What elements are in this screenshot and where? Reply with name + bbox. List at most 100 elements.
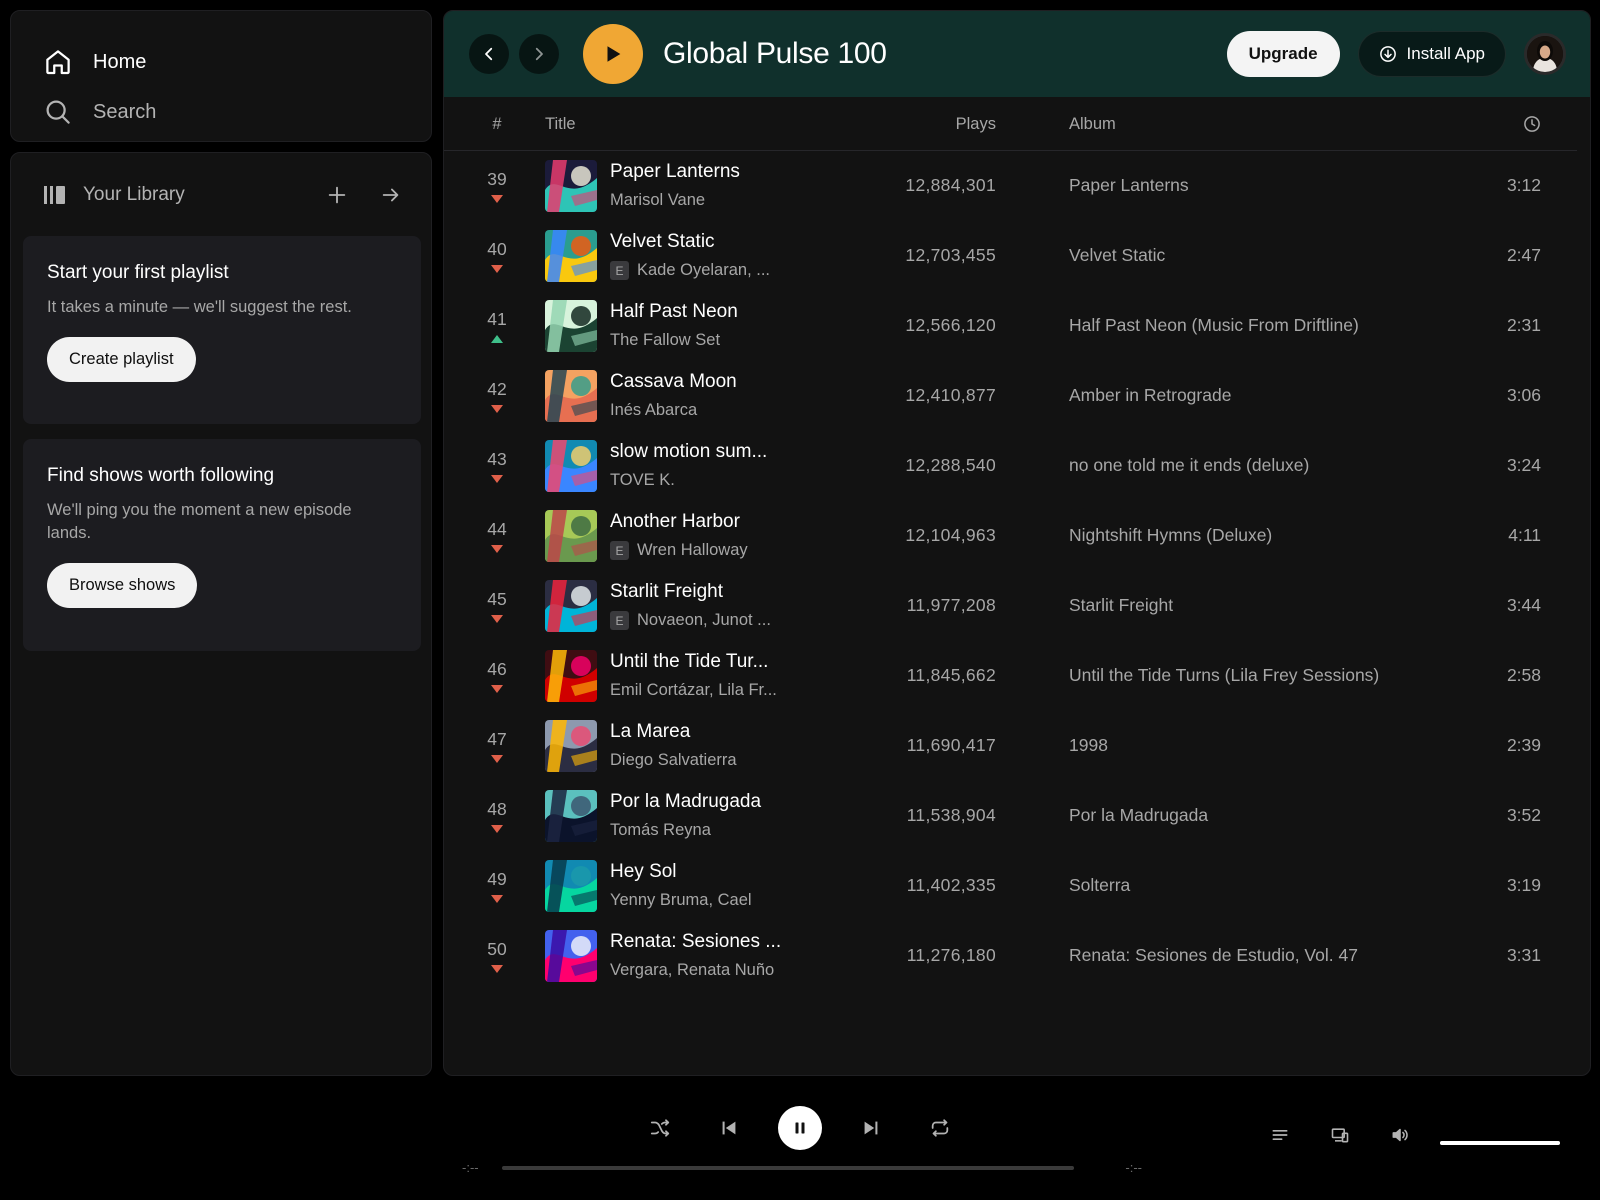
queue-button[interactable] xyxy=(1268,1123,1292,1147)
track-artist-line: E Wren Halloway xyxy=(610,541,748,560)
avatar[interactable] xyxy=(1524,33,1566,75)
track-artist[interactable]: Tomás Reyna xyxy=(610,821,711,840)
track-artist-line: Yenny Bruma, Cael xyxy=(610,891,752,910)
column-plays[interactable]: Plays xyxy=(824,115,996,134)
track-artist-line: E Kade Oyelaran, ... xyxy=(610,261,770,280)
track-title[interactable]: Paper Lanterns xyxy=(610,161,740,183)
track-row[interactable]: 50 Renata: Sesiones ... Vergara, Renata Nu… xyxy=(444,921,1577,991)
pause-button[interactable] xyxy=(778,1106,822,1150)
track-artist[interactable]: Yenny Bruma, Cael xyxy=(610,891,752,910)
table-header: # Title Plays Album xyxy=(444,97,1577,151)
track-rank: 40 xyxy=(487,239,507,259)
trend-down-icon xyxy=(491,265,503,273)
track-title[interactable]: Until the Tide Tur... xyxy=(610,651,768,673)
pause-icon xyxy=(795,1122,805,1134)
track-rank: 45 xyxy=(487,589,507,609)
library-toggle[interactable]: Your Library xyxy=(43,184,319,206)
track-row[interactable]: 41 Half Past Neon The Fallow Set 12,566,120… xyxy=(444,291,1577,361)
track-artist[interactable]: TOVE K. xyxy=(610,471,675,490)
shuffle-button[interactable] xyxy=(640,1108,680,1148)
track-row[interactable]: 47 La Marea Diego Salvatierra 11,690,417 199… xyxy=(444,711,1577,781)
cover-art-image xyxy=(545,790,597,842)
track-row[interactable]: 49 Hey Sol Yenny Bruma, Cael 11,402,335 Solt… xyxy=(444,851,1577,921)
track-artist[interactable]: Wren Halloway xyxy=(637,541,748,560)
track-title[interactable]: Half Past Neon xyxy=(610,301,738,323)
track-artist[interactable]: Vergara, Renata Nuño xyxy=(610,961,774,980)
column-title[interactable]: Title xyxy=(545,115,576,134)
track-title[interactable]: Cassava Moon xyxy=(610,371,737,393)
browse-shows-button[interactable]: Browse shows xyxy=(47,563,198,608)
track-row[interactable]: 44 Another Harbor E Wren Halloway 12,104,963… xyxy=(444,501,1577,571)
nav-search[interactable]: Search xyxy=(43,92,156,132)
create-playlist-button[interactable]: Create playlist xyxy=(47,337,196,382)
upgrade-button[interactable]: Upgrade xyxy=(1226,31,1340,77)
track-title[interactable]: Another Harbor xyxy=(610,511,740,533)
track-rank: 46 xyxy=(487,659,507,679)
track-album[interactable]: Nightshift Hymns (Deluxe) xyxy=(1069,525,1272,546)
track-artist[interactable]: The Fallow Set xyxy=(610,331,720,350)
track-album[interactable]: 1998 xyxy=(1069,735,1108,756)
track-duration: 3:31 xyxy=(1506,945,1541,965)
track-artist[interactable]: Marisol Vane xyxy=(610,191,705,210)
track-artist[interactable]: Emil Cortázar, Lila Fr... xyxy=(610,681,777,700)
track-row[interactable]: 42 Cassava Moon Inés Abarca 12,410,877 Amber… xyxy=(444,361,1577,431)
track-row[interactable]: 48 Por la Madrugada Tomás Reyna 11,538,904 P… xyxy=(444,781,1577,851)
install-app-button[interactable]: Install App xyxy=(1357,31,1506,77)
track-list: 39 Paper Lanterns Marisol Vane 12,884,301 Pa… xyxy=(444,151,1577,991)
track-plays: 11,977,208 xyxy=(906,595,996,615)
column-duration[interactable] xyxy=(1523,115,1541,138)
track-row[interactable]: 40 Velvet Static E Kade Oyelaran, ... 12,703… xyxy=(444,221,1577,291)
track-title[interactable]: Renata: Sesiones ... xyxy=(610,931,781,953)
track-row[interactable]: 39 Paper Lanterns Marisol Vane 12,884,301 Pa… xyxy=(444,151,1577,221)
track-album[interactable]: Solterra xyxy=(1069,875,1130,896)
track-artist[interactable]: Inés Abarca xyxy=(610,401,697,420)
track-title[interactable]: La Marea xyxy=(610,721,690,743)
forward-button[interactable] xyxy=(519,34,559,74)
previous-button[interactable] xyxy=(709,1108,749,1148)
track-title[interactable]: Velvet Static xyxy=(610,231,715,253)
track-album[interactable]: Until the Tide Turns (Lila Frey Sessions… xyxy=(1069,665,1379,686)
back-button[interactable] xyxy=(469,34,509,74)
volume-slider[interactable] xyxy=(1440,1141,1560,1145)
cover-art-image xyxy=(545,720,597,772)
expand-library-button[interactable] xyxy=(373,177,409,213)
download-circle-icon xyxy=(1379,46,1396,62)
track-title[interactable]: slow motion sum... xyxy=(610,441,767,463)
repeat-button[interactable] xyxy=(920,1108,960,1148)
track-title[interactable]: Por la Madrugada xyxy=(610,791,761,813)
track-artist-line: TOVE K. xyxy=(610,471,675,490)
track-rank: 47 xyxy=(487,729,507,749)
track-album[interactable]: Por la Madrugada xyxy=(1069,805,1208,826)
devices-button[interactable] xyxy=(1328,1123,1352,1147)
track-album[interactable]: Paper Lanterns xyxy=(1069,175,1189,196)
track-album[interactable]: no one told me it ends (deluxe) xyxy=(1069,455,1309,476)
track-artist-line: Marisol Vane xyxy=(610,191,705,210)
volume-button[interactable] xyxy=(1388,1123,1412,1147)
progress-bar[interactable] xyxy=(502,1166,1074,1170)
create-button[interactable] xyxy=(319,177,355,213)
track-album[interactable]: Starlit Freight xyxy=(1069,595,1173,616)
track-plays: 11,845,662 xyxy=(906,665,996,685)
track-artist[interactable]: Novaeon, Junot ... xyxy=(637,611,771,630)
track-duration: 2:58 xyxy=(1506,665,1541,685)
track-artist[interactable]: Kade Oyelaran, ... xyxy=(637,261,770,280)
album-cover xyxy=(545,860,597,912)
play-playlist-button[interactable] xyxy=(583,24,643,84)
track-row[interactable]: 46 Until the Tide Tur... Emil Cortázar, Li… xyxy=(444,641,1577,711)
track-title[interactable]: Hey Sol xyxy=(610,861,677,883)
track-title[interactable]: Starlit Freight xyxy=(610,581,723,603)
track-artist[interactable]: Diego Salvatierra xyxy=(610,751,737,770)
track-row[interactable]: 43 slow motion sum... TOVE K. 12,288,540 no … xyxy=(444,431,1577,501)
track-album[interactable]: Velvet Static xyxy=(1069,245,1165,266)
explicit-badge: E xyxy=(610,541,629,560)
cover-art-image xyxy=(545,300,597,352)
track-album[interactable]: Half Past Neon (Music From Driftline) xyxy=(1069,315,1359,336)
track-plays: 11,402,335 xyxy=(906,875,996,895)
track-album[interactable]: Renata: Sesiones de Estudio, Vol. 47 xyxy=(1069,945,1358,966)
track-album[interactable]: Amber in Retrograde xyxy=(1069,385,1231,406)
track-row[interactable]: 45 Starlit Freight E Novaeon, Junot ... 11,9… xyxy=(444,571,1577,641)
nav-home[interactable]: Home xyxy=(43,42,146,82)
user-avatar-icon xyxy=(1527,36,1563,72)
next-button[interactable] xyxy=(851,1108,891,1148)
column-album[interactable]: Album xyxy=(1069,115,1116,134)
